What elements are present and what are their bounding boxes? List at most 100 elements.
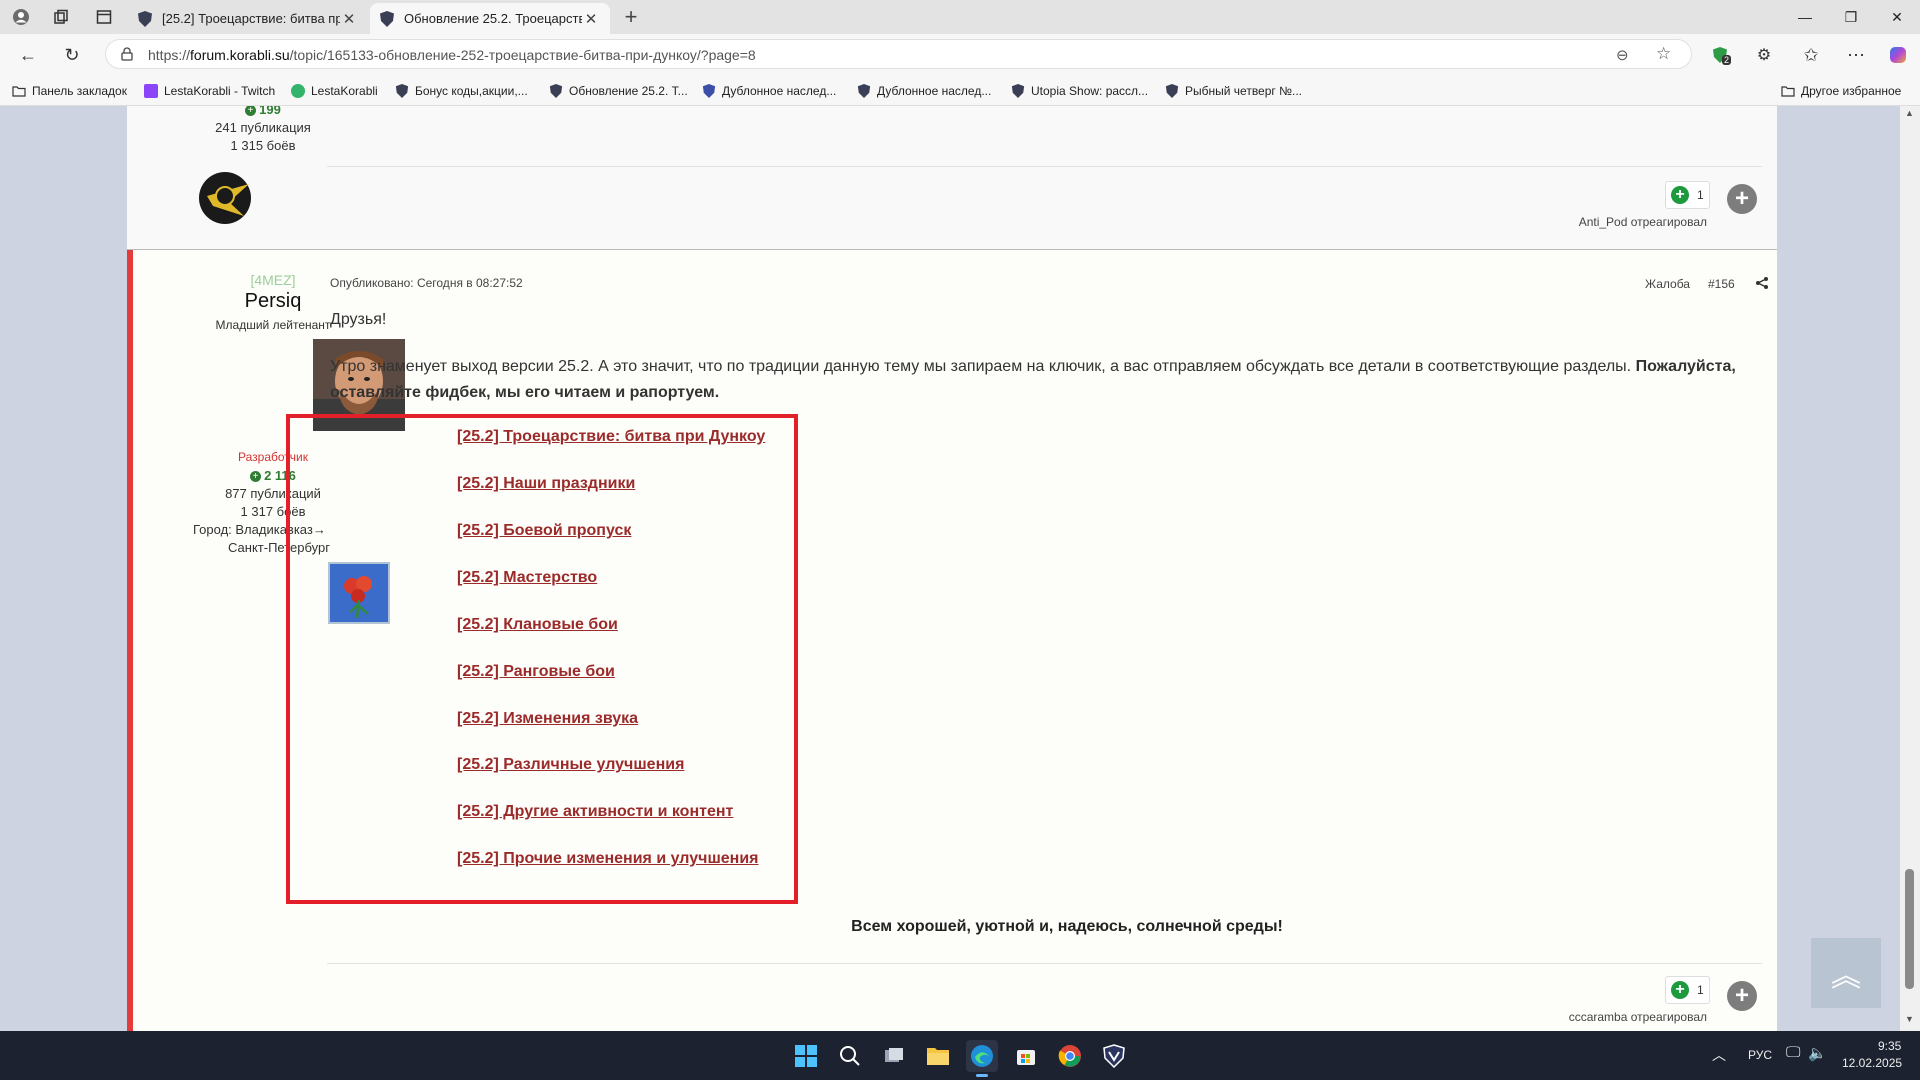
clock-date[interactable]: 12.02.2025 xyxy=(1842,1056,1902,1070)
game-center-icon[interactable] xyxy=(1098,1040,1130,1072)
copilot-icon[interactable] xyxy=(1886,43,1910,67)
post-date: Опубликовано: Сегодня в 08:27:52 xyxy=(330,276,523,290)
bookmark-item[interactable]: Utopia Show: рассл... xyxy=(1011,82,1148,100)
url-prefix: https:// xyxy=(148,47,191,63)
bookmarks-bar: Панель закладок LestaKorabli - Twitch Le… xyxy=(0,74,1920,106)
url-domain: forum.korabli.su xyxy=(190,47,290,63)
start-icon[interactable] xyxy=(790,1040,822,1072)
post-greeting: Друзья! xyxy=(330,311,387,328)
network-icon[interactable]: 🖵 xyxy=(1786,1044,1800,1061)
shield-icon xyxy=(138,10,152,27)
extension-badge: 2 xyxy=(1722,55,1732,65)
close-icon[interactable]: ✕ xyxy=(582,10,600,28)
edge-icon[interactable] xyxy=(966,1040,998,1077)
extensions-icon[interactable]: ⚙ xyxy=(1752,43,1776,67)
store-icon[interactable] xyxy=(1010,1040,1042,1072)
close-icon[interactable]: ✕ xyxy=(340,10,358,28)
other-bookmarks-folder[interactable]: Другое избранное xyxy=(1781,82,1901,100)
reacted-by[interactable]: Anti_Pod отреагировал xyxy=(1527,215,1707,229)
post-number[interactable]: #156 xyxy=(1708,277,1735,291)
reader-icon[interactable]: ⊖ xyxy=(1616,46,1629,64)
previous-post: +199 241 публикация 1 315 боёв +1 + Anti… xyxy=(127,106,1777,250)
add-reaction-button[interactable]: + xyxy=(1727,981,1757,1011)
post-closing: Всем хорошей, уютной и, надеюсь, солнечн… xyxy=(851,918,1283,935)
twitch-icon xyxy=(144,84,158,98)
tab-1[interactable]: [25.2] Троецарствие: битва при Д ✕ xyxy=(128,3,368,34)
back-icon[interactable]: ← xyxy=(16,43,40,67)
report-link[interactable]: Жалоба xyxy=(1645,277,1690,291)
window-close-icon[interactable]: ✕ xyxy=(1874,0,1920,34)
reaction-badge[interactable]: +1 xyxy=(1665,181,1710,209)
volume-icon[interactable]: 🔈 xyxy=(1808,1044,1827,1062)
scroll-to-top-button[interactable]: ︽ xyxy=(1811,938,1881,1008)
site-icon xyxy=(291,84,305,98)
tab-2[interactable]: Обновление 25.2. Троецарствие ✕ xyxy=(370,3,610,34)
file-explorer-icon[interactable] xyxy=(922,1040,954,1072)
bookmark-item[interactable]: Обновление 25.2. Т... xyxy=(549,82,688,100)
bookmark-item[interactable]: LestaKorabli xyxy=(291,82,378,100)
bookmark-label: Бонус коды,акции,... xyxy=(415,84,528,98)
share-icon[interactable] xyxy=(1755,276,1769,290)
bookmark-label: Дублонное наслед... xyxy=(722,84,837,98)
shield-icon xyxy=(702,84,716,98)
reacted-by[interactable]: cccaramba отреагировал xyxy=(1517,1010,1707,1024)
folder-icon xyxy=(1781,84,1795,98)
tab-2-title: Обновление 25.2. Троецарствие xyxy=(404,11,582,26)
profile-icon[interactable] xyxy=(10,6,32,28)
prev-author-battles: 1 315 боёв xyxy=(230,138,296,153)
shield-icon xyxy=(549,84,563,98)
favorite-star-icon[interactable]: ☆ xyxy=(1656,44,1671,64)
bookmark-item[interactable]: LestaKorabli - Twitch xyxy=(144,82,275,100)
folder-icon xyxy=(12,84,26,98)
new-tab-icon[interactable]: + xyxy=(620,4,642,29)
tray-chevron-icon[interactable]: ︿ xyxy=(1712,1045,1726,1065)
reload-icon[interactable]: ↻ xyxy=(60,43,84,67)
bookmark-label: LestaKorabli - Twitch xyxy=(164,84,276,98)
tab-1-title: [25.2] Троецарствие: битва при Д xyxy=(162,11,340,26)
address-bar: ← ↻ https://forum.korabli.su/topic/16513… xyxy=(0,34,1920,74)
bookmark-label: Дублонное наслед... xyxy=(877,84,992,98)
post-intro: Утро знаменует выход версии 25.2. А это … xyxy=(330,358,1736,401)
shield-icon xyxy=(1011,84,1025,98)
scrollbar-thumb[interactable] xyxy=(1905,869,1914,989)
bookmark-item[interactable]: Дублонное наслед... xyxy=(857,82,991,100)
prev-author-rep: +199 xyxy=(173,106,353,117)
rep-plus-icon: + xyxy=(245,106,257,117)
plus-icon: + xyxy=(1671,186,1689,204)
more-icon[interactable]: ⋯ xyxy=(1844,43,1868,67)
lock-icon[interactable] xyxy=(120,47,134,61)
bookmark-item[interactable]: Бонус коды,акции,... xyxy=(395,82,528,100)
reaction-badge[interactable]: +1 xyxy=(1665,976,1710,1004)
extension-shield-icon[interactable]: 2 xyxy=(1708,43,1732,67)
bookmark-label: Рыбный четверг №... xyxy=(1185,84,1302,98)
bookmark-folder[interactable]: Панель закладок xyxy=(12,82,127,100)
add-reaction-button[interactable]: + xyxy=(1727,184,1757,214)
shield-icon xyxy=(857,84,871,98)
language-indicator[interactable]: РУС xyxy=(1748,1048,1772,1062)
favorites-icon[interactable]: ✩ xyxy=(1799,43,1823,67)
bookmark-label: LestaKorabli xyxy=(311,84,378,98)
other-bookmarks-label: Другое избранное xyxy=(1801,84,1902,98)
divider xyxy=(327,166,1762,167)
url-text: https://forum.korabli.su/topic/165133-об… xyxy=(148,47,756,63)
clock-time[interactable]: 9:35 xyxy=(1878,1039,1901,1053)
scroll-down-icon[interactable]: ▼ xyxy=(1905,1014,1914,1024)
plus-icon: + xyxy=(1671,981,1689,999)
active-indicator xyxy=(976,1074,988,1077)
scroll-up-icon[interactable]: ▲ xyxy=(1905,108,1914,118)
shield-icon xyxy=(380,10,394,27)
divider xyxy=(327,963,1762,964)
restore-icon[interactable]: ❐ xyxy=(1828,0,1874,34)
page-viewport: +199 241 публикация 1 315 боёв +1 + Anti… xyxy=(0,106,1920,1031)
bookmark-item[interactable]: Дублонное наслед... xyxy=(702,82,836,100)
bookmark-item[interactable]: Рыбный четверг №... xyxy=(1165,82,1302,100)
task-view-icon[interactable] xyxy=(878,1040,910,1072)
bookmark-label: Обновление 25.2. Т... xyxy=(569,84,688,98)
search-icon[interactable] xyxy=(834,1040,866,1072)
minimize-icon[interactable]: — xyxy=(1782,0,1828,34)
prev-author-badge[interactable] xyxy=(189,166,259,226)
workspaces-icon[interactable] xyxy=(50,6,72,28)
url-field[interactable]: https://forum.korabli.su/topic/165133-об… xyxy=(105,39,1692,69)
chrome-icon[interactable] xyxy=(1054,1040,1086,1072)
tab-actions-icon[interactable] xyxy=(93,6,115,28)
